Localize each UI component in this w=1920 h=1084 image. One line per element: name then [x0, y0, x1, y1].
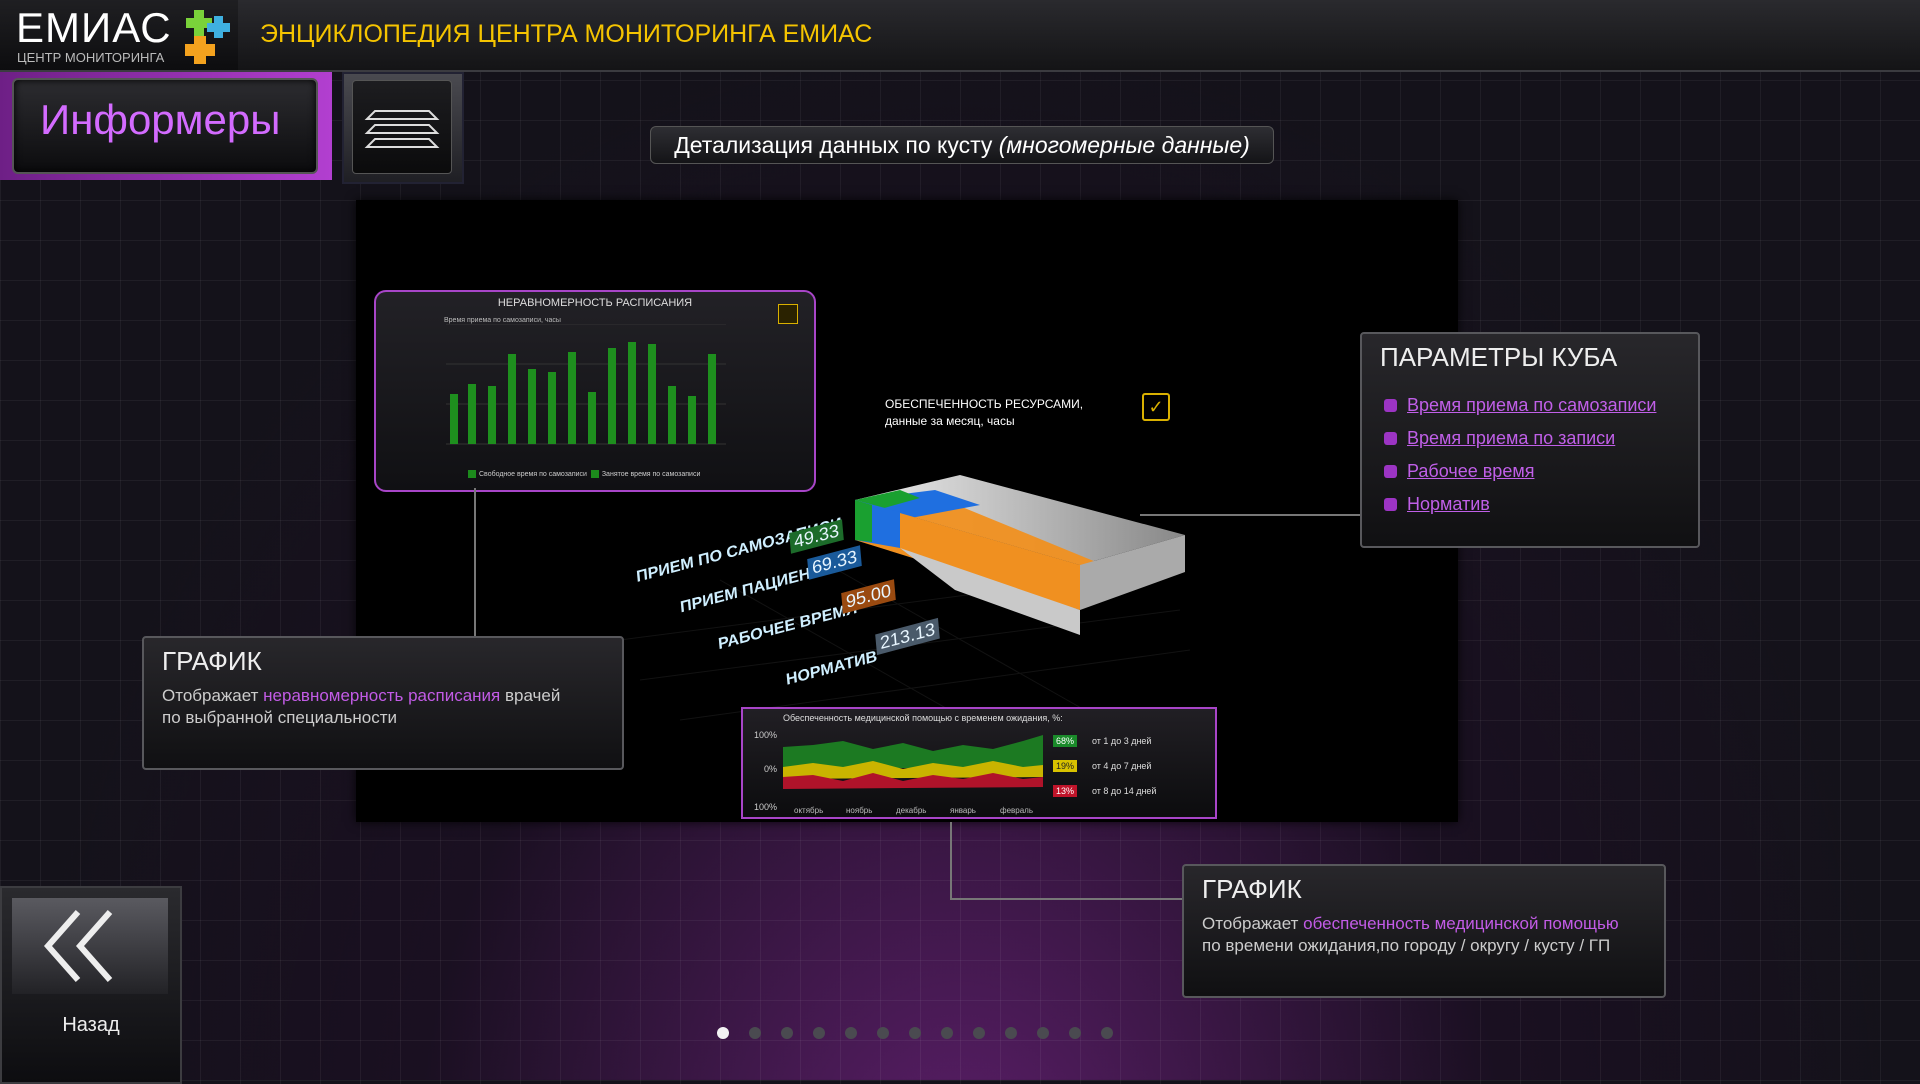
- info-panel-left: ГРАФИК Отображает неравномерность распис…: [142, 636, 624, 770]
- badge-text: от 1 до 3 дней: [1092, 736, 1152, 746]
- connector-line: [950, 822, 952, 900]
- schedule-unevenness-chart: НЕРАВНОМЕРНОСТЬ РАСПИСАНИЯ Время приема …: [374, 290, 816, 492]
- app-title: ЭНЦИКЛОПЕДИЯ ЦЕНТРА МОНИТОРИНГА ЕМИАС: [260, 20, 873, 48]
- bar-chart-icon[interactable]: [778, 304, 798, 324]
- legend-free: Свободное время по самозаписи: [479, 470, 587, 478]
- area-month: январь: [950, 806, 976, 815]
- cube-param-link[interactable]: Время приема по самозаписи: [1384, 395, 1698, 416]
- cube-params-title: ПАРАМЕТРЫ КУБА: [1380, 342, 1618, 372]
- info-highlight: обеспеченность медицинской помощью: [1303, 914, 1619, 933]
- area-chart-plot: [783, 735, 1043, 789]
- back-button[interactable]: Назад: [0, 886, 182, 1084]
- section-button[interactable]: Информеры: [12, 78, 318, 174]
- badge-text: от 4 до 7 дней: [1092, 761, 1152, 771]
- legend-busy: Занятое время по самозаписи: [601, 470, 701, 478]
- layers-button-face: [352, 80, 452, 174]
- back-button-face: [12, 898, 168, 994]
- cube-param-label: Время приема по самозаписи: [1407, 395, 1657, 415]
- slide-subtitle: Детализация данных по кусту (многомерные…: [650, 126, 1274, 164]
- pagination-dot[interactable]: [845, 1027, 857, 1039]
- pagination-dot[interactable]: [781, 1027, 793, 1039]
- connector-line: [1140, 514, 1360, 516]
- cube-param-label: Время приема по записи: [1407, 428, 1616, 448]
- logo-cross-icon: [185, 10, 230, 64]
- cube-param-link[interactable]: Рабочее время: [1384, 461, 1698, 482]
- legend-swatch: [468, 470, 476, 478]
- cube-param-link[interactable]: Время приема по записи: [1384, 428, 1698, 449]
- logo-text: ЕМИАС: [16, 4, 172, 51]
- subtitle-italic: (многомерные данные): [998, 132, 1250, 158]
- layers-button[interactable]: [342, 72, 464, 184]
- pagination-dot[interactable]: [813, 1027, 825, 1039]
- square-icon: [1384, 465, 1397, 478]
- waiting-time-chart: Обеспеченность медицинской помощью с вре…: [741, 707, 1217, 819]
- area-month: февраль: [1000, 806, 1034, 815]
- pagination-dot[interactable]: [749, 1027, 761, 1039]
- mini-chart-subtitle: Время приема по самозаписи, часы: [444, 317, 561, 324]
- info-highlight: неравномерность расписания: [263, 686, 501, 705]
- area-y-bottom: 100%: [754, 802, 778, 812]
- mini-chart-legend: Свободное время по самозаписи Занятое вр…: [468, 470, 700, 478]
- info-panel-title: ГРАФИК: [162, 646, 262, 676]
- top-bar: ЕМИАС ЦЕНТР МОНИТОРИНГА ЭНЦИКЛОПЕДИЯ ЦЕН…: [0, 0, 1920, 72]
- back-label: Назад: [62, 1014, 120, 1036]
- area-month: ноябрь: [846, 806, 873, 815]
- info-post: врачей: [500, 686, 561, 705]
- area-y-mid: 0%: [764, 764, 778, 774]
- cube-params-panel: ПАРАМЕТРЫ КУБА Время приема по самозапис…: [1360, 332, 1700, 548]
- pagination-dot[interactable]: [941, 1027, 953, 1039]
- info-panel-body: Отображает обеспеченность медицинской по…: [1184, 905, 1664, 965]
- badge-value: 68%: [1053, 735, 1078, 747]
- area-y-top: 100%: [754, 730, 778, 740]
- mini-chart-bars: [446, 324, 726, 445]
- resource-title: ОБЕСПЕЧЕННОСТЬ РЕСУРСАМИ, данные за месяц…: [885, 396, 1083, 430]
- logo: ЕМИАС ЦЕНТР МОНИТОРИНГА: [0, 0, 238, 70]
- info-pre: Отображает: [1202, 914, 1304, 933]
- area-month: октябрь: [794, 806, 824, 815]
- subtitle-main: Детализация данных по кусту: [674, 132, 999, 158]
- badge-value: 13%: [1053, 785, 1078, 797]
- section-label: Информеры: [40, 96, 281, 143]
- pagination-dot[interactable]: [973, 1027, 985, 1039]
- info-line2: по времени ожидания,по городу / округу /…: [1202, 936, 1611, 955]
- section-tab-informers[interactable]: Информеры: [0, 72, 332, 180]
- square-icon: [1384, 399, 1397, 412]
- mini-chart-title: НЕРАВНОМЕРНОСТЬ РАСПИСАНИЯ: [497, 297, 693, 309]
- pagination-dot[interactable]: [1037, 1027, 1049, 1039]
- pagination: [717, 1027, 1113, 1039]
- info-line2: по выбранной специальности: [162, 708, 397, 727]
- square-icon: [1384, 498, 1397, 511]
- cube-param-link[interactable]: Норматив: [1384, 494, 1698, 515]
- cube-param-label: Норматив: [1407, 494, 1490, 514]
- legend-swatch: [590, 470, 599, 478]
- connector-line: [950, 898, 1184, 900]
- area-month: декабрь: [896, 806, 927, 815]
- square-icon: [1384, 432, 1397, 445]
- pagination-dot[interactable]: [877, 1027, 889, 1039]
- cube-param-label: Рабочее время: [1407, 461, 1535, 481]
- badge-value: 19%: [1053, 760, 1078, 772]
- connector-line: [474, 488, 476, 636]
- pagination-dot[interactable]: [1069, 1027, 1081, 1039]
- layers-icon: [364, 110, 440, 148]
- pagination-dot[interactable]: [1101, 1027, 1113, 1039]
- pagination-dot[interactable]: [1005, 1027, 1017, 1039]
- resource-title-line2: данные за месяц, часы: [885, 414, 1015, 428]
- resource-title-line1: ОБЕСПЕЧЕННОСТЬ РЕСУРСАМИ,: [885, 397, 1084, 411]
- info-panel-title: ГРАФИК: [1202, 874, 1302, 904]
- pagination-dot[interactable]: [909, 1027, 921, 1039]
- info-panel-body: Отображает неравномерность расписания вр…: [144, 677, 622, 737]
- double-chevron-left-icon: [43, 910, 113, 982]
- info-panel-right: ГРАФИК Отображает обеспеченность медицин…: [1182, 864, 1666, 998]
- logo-subtitle: ЦЕНТР МОНИТОРИНГА: [17, 50, 165, 65]
- info-pre: Отображает: [162, 686, 264, 705]
- checkbox-icon[interactable]: ✓: [1142, 393, 1170, 421]
- badge-text: от 8 до 14 дней: [1092, 786, 1157, 796]
- pagination-dot[interactable]: [717, 1027, 729, 1039]
- area-chart-title: Обеспеченность медицинской помощью с вре…: [783, 713, 1063, 723]
